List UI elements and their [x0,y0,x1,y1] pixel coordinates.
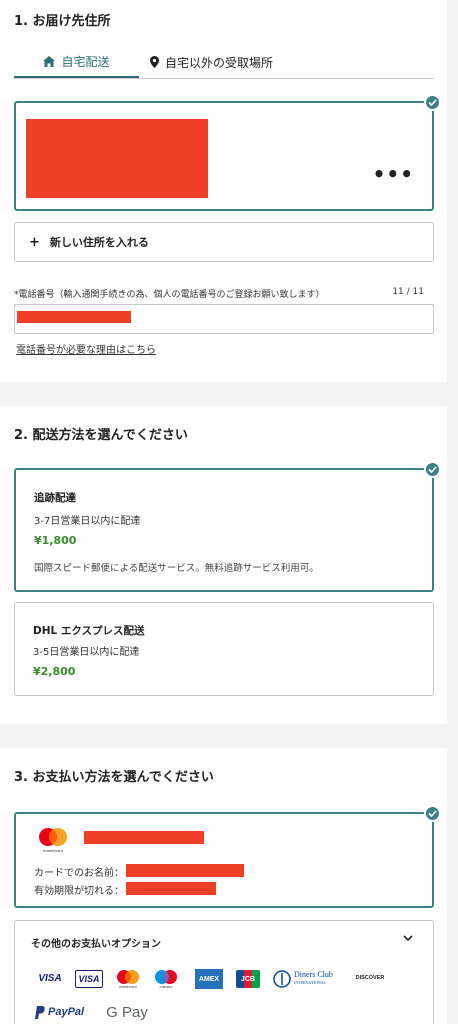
shipping-option-tracked[interactable]: 追跡配達 3-7日営業日以内に配達 ¥1,800 国際スピード郵便による配送サー… [14,461,441,592]
tab-other-pickup[interactable]: 自宅以外の受取場所 [150,46,273,78]
selected-check-icon [424,461,441,478]
paypal-logo: PayPal [35,1003,91,1021]
chevron-down-icon[interactable] [403,935,413,942]
jcb-logo: JCB [235,969,261,989]
tab-other-pickup-label: 自宅以外の受取場所 [165,55,274,70]
add-new-address-label: 新しい住所を入れる [49,236,149,249]
add-new-address-button[interactable]: + 新しい住所を入れる [14,222,434,262]
scrollbar[interactable] [447,0,458,1024]
mastercard-icon: mastercard [39,828,67,853]
phone-field-label: *電話番号（輸入通関手続きの為、個人の電話番号のご登録お願い致します） 11 /… [14,287,434,300]
redacted-card-expiry [126,882,216,895]
redacted-phone [17,311,131,323]
phone-char-count: 11 / 11 [392,287,424,297]
address-section-title: 1. お届け先住所 [14,14,111,29]
svg-text:maestro: maestro [160,985,173,989]
selected-check-icon [424,805,441,822]
shipping-option-price: ¥1,800 [34,534,77,547]
shipping-option-desc: 国際スピード郵便による配送サービス。無料追跡サービス利用可。 [34,563,319,574]
shipping-option-dhl[interactable]: DHL エクスプレス配送 3-5日営業日以内に配達 ¥2,800 [14,602,434,696]
shipping-option-price: ¥2,800 [33,665,76,678]
plus-icon: + [29,234,40,250]
mastercard-logo: mastercard [115,969,141,989]
saved-card[interactable]: mastercard カードでのお名前： 有効期限が切れる： [14,805,441,908]
shipping-option-name: 追跡配達 [34,492,76,504]
shipping-section-title: 2. 配送方法を選んでください [14,428,188,443]
location-pin-icon [150,56,159,68]
home-icon [43,55,56,67]
phone-label-text: *電話番号（輸入通関手続きの為、個人の電話番号のご登録お願い致します） [14,290,325,300]
saved-address-card[interactable]: ••• [14,94,441,211]
svg-text:mastercard: mastercard [119,985,137,989]
shipping-option-days: 3-5日営業日以内に配達 [33,647,140,658]
payment-section-title: 3. お支払い方法を選んでください [14,770,214,785]
card-holder-label: カードでのお名前： [34,868,124,879]
phone-input[interactable] [14,304,434,334]
google-pay-logo: G Pay [106,1003,148,1021]
shipping-option-name: DHL エクスプレス配送 [33,625,145,637]
payment-section: 3. お支払い方法を選んでください mastercard カードでのお名前： 有… [0,748,447,1024]
amex-logo: AMEX [195,969,223,989]
tab-home-delivery[interactable]: 自宅配送 [14,46,139,78]
tab-divider [14,78,434,79]
redacted-card-number [84,831,204,844]
visa-debit-logo: VISA [75,970,103,988]
shipping-option-days: 3-7日営業日以内に配達 [34,516,141,527]
other-payment-options[interactable]: その他のお支払いオプション VISA VISA mastercard maest… [14,920,434,1024]
diners-club-logo: Diners Club INTERNATIONAL [273,968,343,990]
tab-home-delivery-label: 自宅配送 [61,54,110,69]
maestro-logo: maestro [153,969,179,989]
selected-check-icon [424,94,441,111]
address-section: 1. お届け先住所 自宅配送 自宅以外の受取場所 ••• + 新しい住所を入れる… [0,0,447,382]
card-expiry-label: 有効期限が切れる： [34,886,124,897]
shipping-section: 2. 配送方法を選んでください 追跡配達 3-7日営業日以内に配達 ¥1,800… [0,406,447,724]
visa-logo: VISA [38,972,62,984]
redacted-address [26,119,208,198]
more-options-icon[interactable]: ••• [373,164,414,184]
phone-reason-link[interactable]: 電話番号が必要な理由はこちら [16,341,156,356]
discover-logo: DISCOVER [355,973,385,981]
mastercard-caption: mastercard [43,848,63,853]
other-payment-options-title: その他のお支払いオプション [31,939,161,950]
redacted-card-holder [126,864,244,877]
